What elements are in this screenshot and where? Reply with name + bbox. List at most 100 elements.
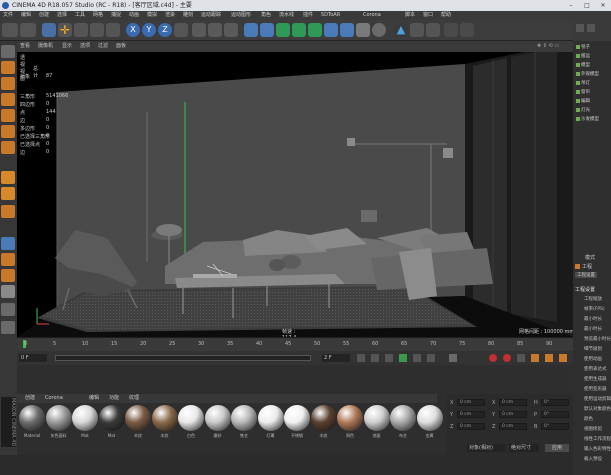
material-menu-item[interactable]: 编辑 xyxy=(89,394,99,403)
viewport-nav-icons[interactable]: ✥ ⇕ ⟲ ▭ xyxy=(537,41,559,52)
material-swatch[interactable] xyxy=(72,405,98,431)
coordinate-system-icon[interactable] xyxy=(174,23,188,37)
object-row[interactable]: 毯子 xyxy=(576,44,590,50)
material-swatch[interactable] xyxy=(98,405,125,431)
object-row[interactable]: 外观模型 xyxy=(576,71,599,77)
redo-button[interactable] xyxy=(20,23,36,37)
scene-light-icon[interactable] xyxy=(372,23,386,37)
coord-field[interactable]: 0 cm xyxy=(499,411,527,418)
attribute-row[interactable]: 使用生成器 xyxy=(584,376,607,382)
attribute-row[interactable]: 最小时长 xyxy=(584,316,602,322)
attribute-row[interactable]: 视图修剪 xyxy=(584,426,602,432)
attribute-row[interactable]: 颜色 xyxy=(584,416,593,422)
layout-switch-icon[interactable] xyxy=(460,23,474,37)
material-menu-item[interactable]: Corona xyxy=(45,394,63,403)
subdivision-icon[interactable] xyxy=(276,23,290,37)
attribute-row[interactable]: 最小时长 xyxy=(584,326,602,332)
attribute-row[interactable]: 使用表达式 xyxy=(584,366,607,372)
attribute-mode-label[interactable]: 模式 xyxy=(585,254,595,261)
close-icon[interactable]: ✕ xyxy=(595,0,611,11)
tab-project[interactable]: 工程 xyxy=(582,263,592,270)
material-swatch[interactable] xyxy=(257,405,284,431)
material-swatch[interactable] xyxy=(125,405,151,431)
array-icon[interactable] xyxy=(292,23,306,37)
maximize-icon[interactable]: □ xyxy=(579,0,595,11)
corona-ipr-icon[interactable] xyxy=(426,23,440,37)
attribute-row[interactable]: 预览最小时长 xyxy=(584,336,611,342)
coord-field[interactable]: 0° xyxy=(541,399,569,406)
viewport-menu-item[interactable]: 过滤 xyxy=(98,41,108,52)
corona-icon[interactable]: ▲ xyxy=(394,23,408,37)
menu-item[interactable]: 运动跟踪 xyxy=(201,11,221,20)
attribute-row[interactable]: 使用运动剪辑 xyxy=(584,396,611,402)
menu-item[interactable]: 创建 xyxy=(39,11,49,20)
rotate-tool-icon[interactable] xyxy=(90,23,104,37)
coord-field[interactable]: 0 cm xyxy=(457,423,485,430)
menu-item[interactable]: 5DToAR xyxy=(321,11,340,20)
material-swatch[interactable] xyxy=(151,405,178,431)
model-mode-icon[interactable] xyxy=(1,61,15,74)
solo-icon[interactable] xyxy=(1,285,15,298)
menu-item[interactable]: 流水线 xyxy=(279,11,294,20)
material-swatch[interactable] xyxy=(337,405,363,431)
start-frame-field[interactable]: 0 F xyxy=(19,354,47,362)
viewport-menu-item[interactable]: 选项 xyxy=(80,41,90,52)
workplane-icon[interactable] xyxy=(1,237,15,250)
play-icon[interactable] xyxy=(399,354,407,362)
scale-key-icon[interactable] xyxy=(545,354,553,362)
material-menu-item[interactable]: 创建 xyxy=(25,394,35,403)
material-swatch[interactable] xyxy=(178,405,204,431)
menu-item[interactable]: 网格 xyxy=(93,11,103,20)
menu-item[interactable]: 角色 xyxy=(261,11,271,20)
attribute-row[interactable]: 细节级别 xyxy=(584,346,602,352)
material-swatch[interactable] xyxy=(284,405,310,431)
menu-item[interactable]: 渲染 xyxy=(165,11,175,20)
menu-item[interactable]: Corona xyxy=(363,11,381,20)
menu-item[interactable]: 脚本 xyxy=(405,11,415,20)
keyframe-selection-icon[interactable] xyxy=(517,354,525,362)
edges-mode-icon[interactable] xyxy=(1,125,15,138)
make-editable-icon[interactable] xyxy=(1,45,15,58)
timeline-ruler[interactable]: 0 5 10 15 20 25 30 35 40 45 50 55 60 65 70 75 80 85 90 xyxy=(17,337,573,351)
render-picture-icon[interactable] xyxy=(208,23,222,37)
cube-icon[interactable] xyxy=(244,23,258,37)
previous-frame-icon[interactable] xyxy=(385,354,393,362)
solo-hierarchy-icon[interactable] xyxy=(1,303,15,316)
menu-item[interactable]: 插件 xyxy=(303,11,313,20)
locked-workplane-icon[interactable] xyxy=(1,253,15,266)
corona-render-icon[interactable] xyxy=(410,23,424,37)
pen-icon[interactable] xyxy=(260,23,274,37)
view-icon[interactable] xyxy=(587,24,595,32)
size-mode-dropdown[interactable]: 绝对尺寸 xyxy=(509,444,539,452)
minimize-icon[interactable]: – xyxy=(563,0,579,11)
tab-project-settings[interactable]: 工程设置 xyxy=(575,272,597,278)
menu-item[interactable]: 帮助 xyxy=(441,11,451,20)
coord-field[interactable]: 0° xyxy=(541,423,569,430)
points-mode-icon[interactable] xyxy=(1,109,15,122)
attribute-row[interactable]: 使用变形器 xyxy=(584,386,607,392)
attribute-row[interactable]: 输入色彩特性 xyxy=(584,446,611,452)
goto-end-icon[interactable] xyxy=(427,354,435,362)
coord-field[interactable]: 0 cm xyxy=(499,399,527,406)
material-swatch[interactable] xyxy=(390,405,416,431)
menu-item[interactable]: 动画 xyxy=(129,11,139,20)
planar-workplane-icon[interactable] xyxy=(1,269,15,282)
axis-mode-icon[interactable] xyxy=(1,171,15,184)
coord-field[interactable]: 0 cm xyxy=(457,411,485,418)
viewport-menu-item[interactable]: 查看 xyxy=(20,41,30,52)
filter-icon[interactable] xyxy=(576,24,584,32)
menu-item[interactable]: 编辑 xyxy=(21,11,31,20)
layout-icon[interactable] xyxy=(444,23,458,37)
polygons-mode-icon[interactable] xyxy=(1,141,15,154)
material-menu-item[interactable]: 纹理 xyxy=(129,394,139,403)
position-key-icon[interactable] xyxy=(531,354,539,362)
move-tool-icon[interactable]: ✛ xyxy=(58,23,72,37)
object-row[interactable]: 编辑 xyxy=(576,98,590,104)
material-swatch[interactable] xyxy=(204,405,231,431)
camera-icon[interactable] xyxy=(340,23,354,37)
select-tool-icon[interactable] xyxy=(42,23,56,37)
object-row[interactable]: 沙发模型 xyxy=(576,116,599,122)
axis-x-icon[interactable]: X xyxy=(126,23,140,37)
menu-item[interactable]: 运动图形 xyxy=(231,11,251,20)
material-swatch[interactable] xyxy=(19,405,45,431)
